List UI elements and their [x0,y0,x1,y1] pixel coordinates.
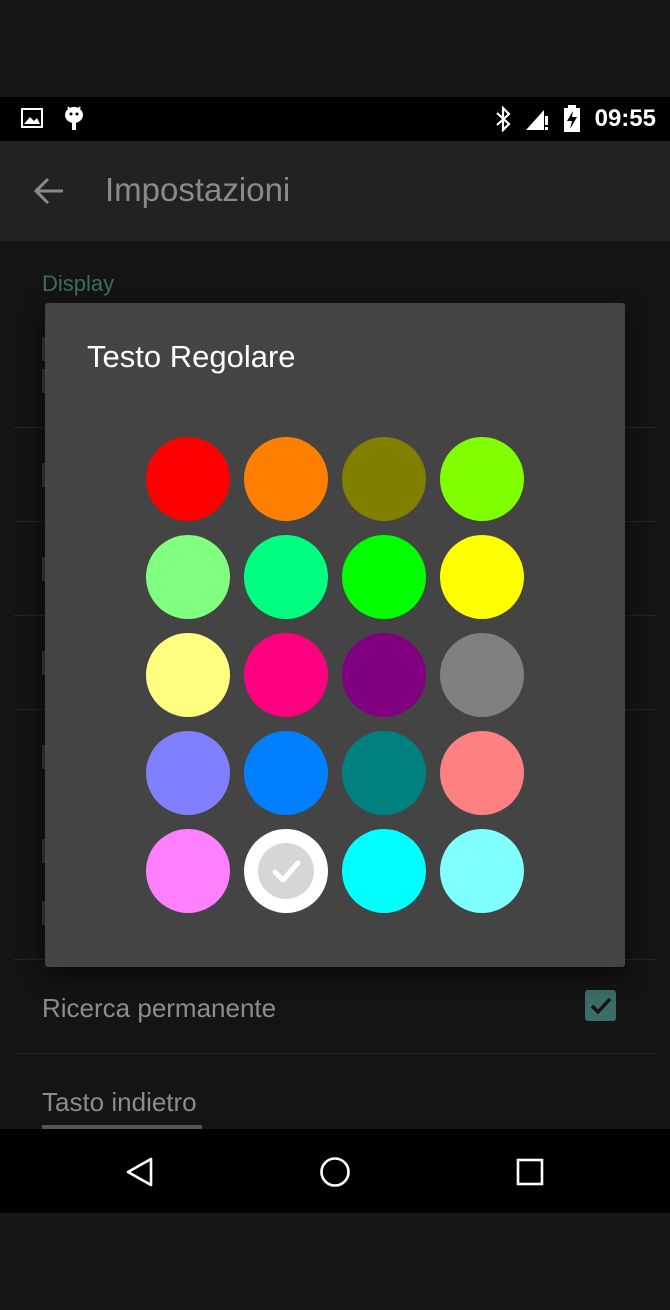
nav-recents-icon[interactable] [515,1157,545,1187]
color-swatch[interactable] [342,731,426,815]
section-header-display: Display [42,271,115,296]
back-arrow-icon[interactable] [33,176,65,206]
color-swatch[interactable] [440,731,524,815]
back-key-label[interactable]: Tasto indietro [42,1087,197,1118]
signal-icon [526,110,548,130]
color-picker-dialog: Testo Regolare [45,303,625,967]
status-bar: 09:55 [0,97,670,141]
permanent-search-label[interactable]: Ricerca permanente [42,993,276,1024]
color-swatch[interactable] [244,829,328,913]
nav-home-icon[interactable] [319,1156,351,1188]
color-swatch[interactable] [146,829,230,913]
color-swatch[interactable] [244,437,328,521]
color-swatch[interactable] [244,731,328,815]
color-swatch[interactable] [342,437,426,521]
battery-charging-icon [564,105,580,132]
dialog-title: Testo Regolare [87,339,296,374]
nav-back-icon[interactable] [124,1156,154,1188]
image-notification-icon [21,108,43,128]
color-swatch[interactable] [342,633,426,717]
color-swatch[interactable] [244,633,328,717]
bluetooth-icon [496,106,511,132]
color-swatch[interactable] [146,437,230,521]
permanent-search-checkbox[interactable] [585,990,616,1021]
color-swatch[interactable] [440,829,524,913]
color-swatch[interactable] [342,535,426,619]
color-swatch[interactable] [440,535,524,619]
android-notification-icon [65,106,83,130]
navigation-bar [0,1129,670,1213]
app-bar: Impostazioni [0,141,670,241]
check-icon [272,860,301,883]
bottom-area [0,1213,670,1310]
color-swatch[interactable] [146,731,230,815]
checkmark-icon [590,997,612,1015]
selected-indicator [258,843,314,899]
color-swatch[interactable] [146,633,230,717]
divider [14,1053,656,1054]
clock: 09:55 [594,105,656,132]
color-swatch[interactable] [244,535,328,619]
color-swatch[interactable] [440,437,524,521]
top-area [0,0,670,97]
color-swatch[interactable] [342,829,426,913]
color-swatch[interactable] [146,535,230,619]
color-swatch[interactable] [440,633,524,717]
page-title: Impostazioni [105,171,291,208]
